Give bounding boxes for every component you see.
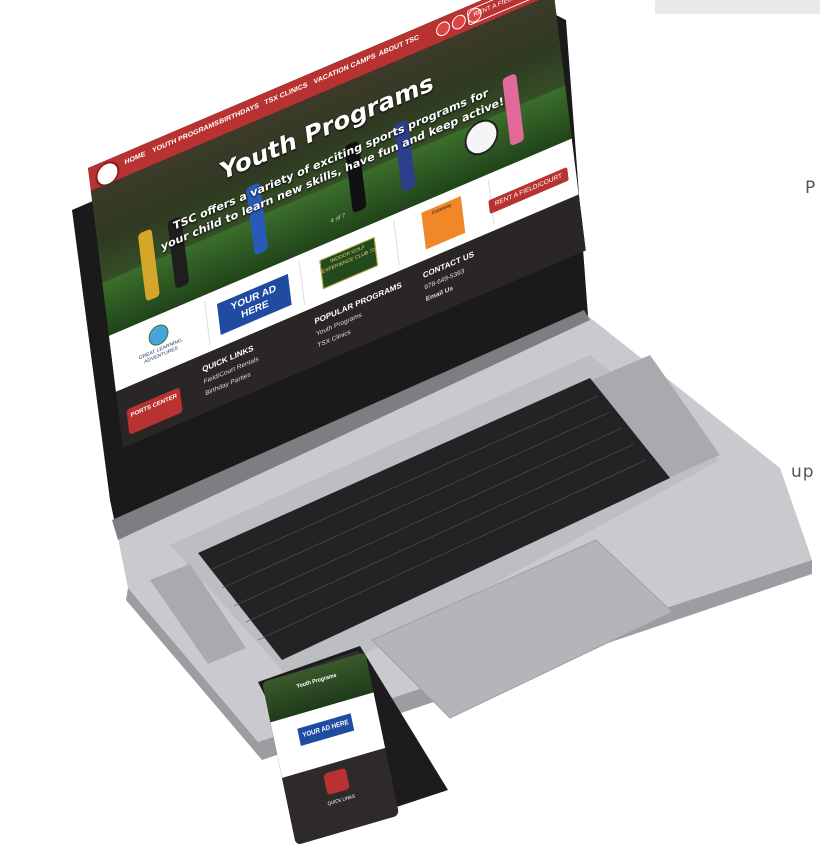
phone-illustration	[258, 646, 448, 825]
phone-footer-logo[interactable]	[323, 767, 350, 796]
phone-your-ad-here[interactable]: YOUR AD HERE	[297, 713, 355, 747]
